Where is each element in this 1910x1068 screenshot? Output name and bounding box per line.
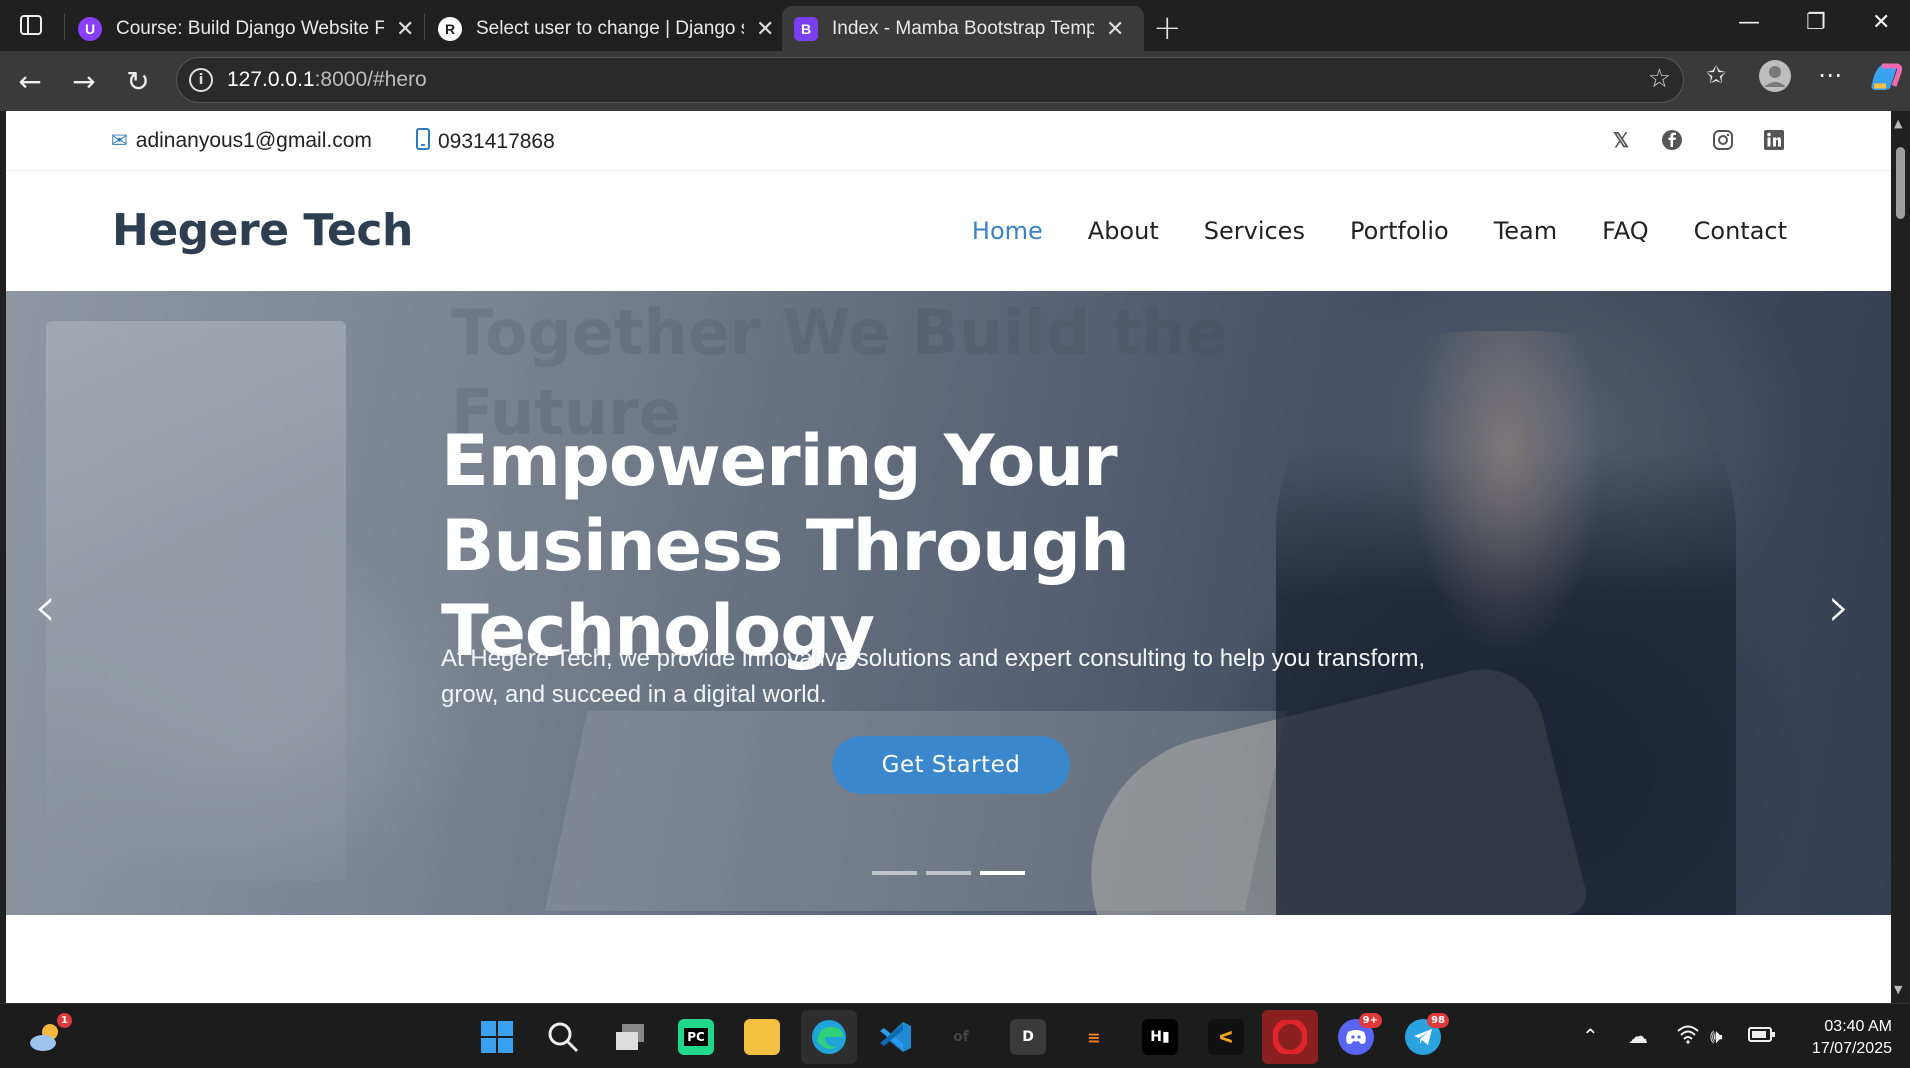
site-header: Hegere Tech Home About Services Portfoli… (6, 171, 1891, 291)
favorite-star-icon[interactable]: ☆ (1648, 64, 1671, 94)
leetcode-icon[interactable]: ᐸ (1208, 1019, 1244, 1055)
tab-django-admin[interactable]: R Select user to change | Django sit ✕ (426, 6, 786, 51)
weather-badge: 1 (57, 1013, 72, 1028)
tab-course[interactable]: U Course: Build Django Website Fro ✕ (66, 6, 426, 51)
tab-title: Index - Mamba Bootstrap Templa (832, 17, 1094, 39)
url-path: :8000/#hero (314, 68, 427, 91)
get-started-button[interactable]: Get Started (832, 736, 1070, 794)
restore-icon[interactable]: ❐ (1806, 10, 1826, 35)
carousel-next-icon[interactable]: › (1828, 575, 1850, 640)
close-window-icon[interactable]: ✕ (1872, 10, 1890, 35)
windows-taskbar: 1 PC of D ≡ H▮ ᐸ 9+ 98 ⌃ ☁ 🕪 03:40 AM 17… (0, 1003, 1910, 1068)
search-icon[interactable] (545, 1019, 581, 1055)
profile-avatar-icon[interactable] (1758, 59, 1792, 99)
scroll-up-icon[interactable]: ▲ (1894, 117, 1902, 130)
tab-title: Select user to change | Django sit (476, 17, 744, 39)
scrollbar-thumb[interactable] (1896, 147, 1905, 219)
discord-badge: 9+ (1358, 1013, 1382, 1028)
scroll-down-icon[interactable]: ▼ (1894, 983, 1902, 996)
udemy-icon: U (78, 16, 102, 41)
tab-separator (64, 14, 65, 40)
envelope-icon: ✉ (111, 130, 128, 152)
wifi-icon[interactable] (1676, 1024, 1700, 1049)
close-tab-icon[interactable]: ✕ (1106, 16, 1124, 42)
email-text: adinanyous1@gmail.com (135, 128, 372, 152)
bootstrap-icon: B (794, 16, 818, 41)
volume-icon[interactable]: 🕪 (1710, 1024, 1723, 1048)
page-viewport: ✉ adinanyous1@gmail.com 0931417868 𝕏 Heg… (6, 111, 1891, 1003)
phone-contact[interactable]: 0931417868 (416, 128, 555, 156)
instagram-icon[interactable] (1710, 127, 1736, 153)
show-hidden-icons[interactable]: ⌃ (1582, 1024, 1599, 1048)
favorites-icon[interactable]: ✩ (1706, 61, 1726, 89)
linkedin-icon[interactable] (1761, 127, 1787, 153)
url-host: 127.0.0.1 (227, 68, 315, 91)
nav-home[interactable]: Home (972, 217, 1043, 245)
minimize-icon[interactable]: — (1738, 10, 1760, 35)
telegram-icon[interactable]: 98 (1405, 1013, 1449, 1055)
carousel-indicators (872, 871, 1025, 875)
pycharm-icon[interactable]: PC (678, 1019, 714, 1055)
copilot-icon[interactable] (1868, 60, 1903, 98)
page-scrollbar[interactable]: ▲ ▼ (1891, 111, 1910, 1003)
task-view-icon[interactable] (612, 1019, 648, 1055)
carousel-indicator[interactable] (872, 871, 917, 875)
phone-icon (416, 128, 430, 156)
hero-description: At Hegere Tech, we provide innovative so… (441, 645, 1426, 708)
site-info-icon[interactable]: i (189, 68, 213, 92)
file-explorer-icon[interactable] (744, 1019, 780, 1055)
main-nav: Home About Services Portfolio Team FAQ C… (972, 217, 1787, 245)
edge-icon[interactable] (811, 1019, 847, 1055)
back-icon[interactable]: ← (12, 63, 48, 99)
nav-team[interactable]: Team (1494, 217, 1557, 245)
new-tab-icon[interactable]: + (1153, 8, 1182, 48)
discord-icon[interactable]: 9+ (1338, 1013, 1382, 1055)
hero-carousel: Together We Build the Future Empowering … (6, 291, 1891, 915)
start-icon[interactable] (479, 1019, 515, 1055)
carousel-prev-icon[interactable]: ‹ (34, 575, 56, 640)
nav-contact[interactable]: Contact (1694, 217, 1787, 245)
tab-title: Course: Build Django Website Fro (116, 17, 384, 39)
tab-index-active[interactable]: B Index - Mamba Bootstrap Templa ✕ (782, 6, 1144, 51)
nav-faq[interactable]: FAQ (1602, 217, 1649, 245)
nav-portfolio[interactable]: Portfolio (1350, 217, 1449, 245)
vscode-icon[interactable] (877, 1019, 913, 1055)
tab-separator (424, 14, 425, 40)
system-clock[interactable]: 03:40 AM 17/07/2025 (1812, 1016, 1892, 1060)
weather-icon[interactable]: 1 (28, 1013, 72, 1055)
email-contact[interactable]: ✉ adinanyous1@gmail.com (111, 128, 372, 153)
hackerrank-icon[interactable]: H▮ (1142, 1019, 1178, 1055)
close-tab-icon[interactable]: ✕ (396, 16, 414, 42)
telegram-badge: 98 (1427, 1013, 1449, 1028)
nav-about[interactable]: About (1088, 217, 1159, 245)
hero-title: Empowering Your Business Through Technol… (441, 420, 1130, 672)
d-app-icon[interactable]: D (1010, 1019, 1046, 1055)
carousel-indicator-active[interactable] (980, 871, 1025, 875)
forward-icon[interactable]: → (66, 63, 102, 99)
site-logo[interactable]: Hegere Tech (112, 205, 413, 256)
more-menu-icon[interactable]: ⋯ (1818, 61, 1842, 89)
battery-icon[interactable] (1748, 1024, 1776, 1048)
top-contact-bar: ✉ adinanyous1@gmail.com 0931417868 𝕏 (6, 111, 1891, 171)
tab-bar: U Course: Build Django Website Fro ✕ R S… (0, 0, 1910, 51)
address-bar: ← → ↻ i 127.0.0.1:8000/#hero ☆ ✩ ⋯ (0, 51, 1910, 111)
sidebar-toggle-icon[interactable] (16, 10, 46, 40)
twitter-x-icon[interactable]: 𝕏 (1608, 127, 1634, 153)
url-input[interactable]: i 127.0.0.1:8000/#hero ☆ (176, 57, 1684, 103)
onedrive-icon[interactable]: ☁ (1628, 1024, 1648, 1048)
django-admin-icon: R (438, 16, 462, 41)
app-icon[interactable]: of (943, 1019, 979, 1055)
close-tab-icon[interactable]: ✕ (756, 16, 774, 42)
reload-icon[interactable]: ↻ (120, 63, 156, 99)
carousel-indicator[interactable] (926, 871, 971, 875)
nav-services[interactable]: Services (1204, 217, 1305, 245)
stackoverflow-icon[interactable]: ≡ (1076, 1019, 1112, 1055)
url-text: 127.0.0.1:8000/#hero (227, 68, 427, 92)
phone-text: 0931417868 (438, 130, 555, 153)
opera-icon[interactable] (1272, 1019, 1308, 1055)
facebook-icon[interactable] (1659, 127, 1685, 153)
clock-time: 03:40 AM (1824, 1018, 1892, 1035)
clock-date: 17/07/2025 (1811, 1040, 1892, 1057)
